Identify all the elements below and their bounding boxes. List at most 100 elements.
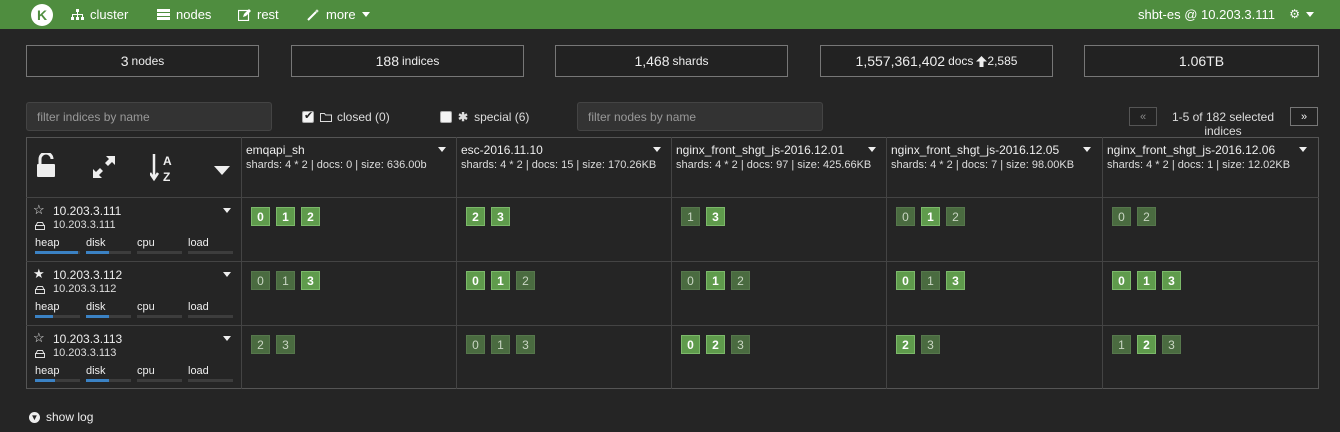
metric-load-bar xyxy=(188,315,233,318)
index-name[interactable]: nginx_front_shgt_js-2016.12.06 xyxy=(1107,143,1275,157)
show-log-label: show log xyxy=(46,410,94,424)
chevron-down-icon[interactable] xyxy=(653,147,661,152)
cerebro-logo-icon[interactable]: K xyxy=(31,4,53,26)
node-name[interactable]: 10.203.3.113 xyxy=(53,332,122,346)
primary-shard[interactable]: 2 xyxy=(1137,335,1156,354)
primary-shard[interactable]: 1 xyxy=(921,207,940,226)
replica-shard[interactable]: 2 xyxy=(516,271,535,290)
star-outline-icon: ☆ xyxy=(33,202,45,217)
primary-shard[interactable]: 0 xyxy=(681,335,700,354)
stat-docs-delta: 2,585 xyxy=(987,54,1018,68)
replica-shard[interactable]: 2 xyxy=(946,207,965,226)
replica-shard[interactable]: 1 xyxy=(681,207,700,226)
primary-shard[interactable]: 3 xyxy=(491,207,510,226)
replica-shard[interactable]: 1 xyxy=(921,271,940,290)
settings-menu[interactable]: ⚙ xyxy=(1289,7,1314,21)
replica-shard[interactable]: 2 xyxy=(731,271,750,290)
primary-shard[interactable]: 3 xyxy=(1162,271,1181,290)
primary-shard[interactable]: 1 xyxy=(276,207,295,226)
sort-alpha-icon[interactable]: AZ xyxy=(148,152,178,187)
replica-shard[interactable]: 2 xyxy=(251,335,270,354)
node-name[interactable]: 10.203.3.112 xyxy=(53,268,122,282)
metric-cpu-label: cpu xyxy=(137,301,155,313)
chevron-down-icon[interactable] xyxy=(223,336,231,341)
stat-nodes-label: nodes xyxy=(131,54,165,68)
chevron-down-icon[interactable] xyxy=(868,147,876,152)
primary-shard[interactable]: 1 xyxy=(1137,271,1156,290)
filter-nodes-input[interactable]: filter nodes by name xyxy=(577,102,823,131)
primary-shard[interactable]: 2 xyxy=(301,207,320,226)
replica-shard[interactable]: 1 xyxy=(491,335,510,354)
primary-shard[interactable]: 0 xyxy=(251,207,270,226)
primary-shard[interactable]: 1 xyxy=(491,271,510,290)
chevron-down-icon[interactable] xyxy=(223,272,231,277)
primary-shard[interactable]: 3 xyxy=(946,271,965,290)
nav-nodes[interactable]: nodes xyxy=(157,6,211,23)
prev-page-button[interactable]: « xyxy=(1129,107,1157,126)
gear-icon: ⚙ xyxy=(1289,7,1300,21)
pagination-info-line1: 1-5 of 182 selected xyxy=(1171,110,1275,124)
metric-heap-bar xyxy=(35,315,80,318)
replica-shard[interactable]: 1 xyxy=(1112,335,1131,354)
index-name[interactable]: esc-2016.11.10 xyxy=(461,143,543,157)
primary-shard[interactable]: 3 xyxy=(301,271,320,290)
chevron-down-icon[interactable] xyxy=(214,166,230,175)
replica-shard[interactable]: 0 xyxy=(1112,207,1131,226)
stat-docs-label: docs xyxy=(948,54,974,68)
node-name[interactable]: 10.203.3.111 xyxy=(53,204,121,218)
index-info: shards: 4 * 2 | docs: 15 | size: 170.26K… xyxy=(461,159,657,171)
chevron-down-icon[interactable] xyxy=(223,208,231,213)
primary-shard[interactable]: 0 xyxy=(466,271,485,290)
unlock-icon[interactable] xyxy=(37,151,55,180)
index-name[interactable]: emqapi_sh xyxy=(246,143,305,157)
hdd-icon xyxy=(35,350,45,358)
stat-docs: 1,557,361,402 docs 2,585 xyxy=(820,45,1053,77)
replica-shard[interactable]: 0 xyxy=(251,271,270,290)
closed-checkbox[interactable]: closed (0) xyxy=(302,109,390,124)
node-host: 10.203.3.113 xyxy=(53,347,117,359)
stat-shards-label: shards xyxy=(672,54,709,68)
primary-shard[interactable]: 2 xyxy=(466,207,485,226)
replica-shard[interactable]: 3 xyxy=(516,335,535,354)
metric-cpu-label: cpu xyxy=(137,237,155,249)
chevron-down-icon[interactable] xyxy=(1083,147,1091,152)
index-info: shards: 4 * 2 | docs: 0 | size: 636.00b xyxy=(246,159,427,171)
replica-shard[interactable]: 1 xyxy=(276,271,295,290)
replica-shard[interactable]: 3 xyxy=(921,335,940,354)
next-page-button[interactable]: » xyxy=(1290,107,1318,126)
metric-disk-bar xyxy=(86,251,131,254)
checkbox-unchecked-icon xyxy=(440,111,452,123)
replica-shard[interactable]: 2 xyxy=(1137,207,1156,226)
primary-shard[interactable]: 1 xyxy=(706,271,725,290)
stat-indices-label: indices xyxy=(402,54,440,68)
primary-shard[interactable]: 0 xyxy=(896,271,915,290)
replica-shard[interactable]: 0 xyxy=(466,335,485,354)
index-name[interactable]: nginx_front_shgt_js-2016.12.05 xyxy=(891,143,1059,157)
index-name[interactable]: nginx_front_shgt_js-2016.12.01 xyxy=(676,143,844,157)
chevron-down-icon[interactable] xyxy=(1299,147,1307,152)
stat-indices: 188 indices xyxy=(291,45,524,77)
replica-shard[interactable]: 3 xyxy=(276,335,295,354)
replica-shard[interactable]: 0 xyxy=(681,271,700,290)
chevron-down-icon[interactable] xyxy=(438,147,446,152)
show-log-toggle[interactable]: ▼ show log xyxy=(29,410,93,424)
nav-cluster[interactable]: cluster xyxy=(71,6,128,23)
expand-icon[interactable] xyxy=(92,155,116,182)
primary-shard[interactable]: 2 xyxy=(896,335,915,354)
metric-load-bar xyxy=(188,251,233,254)
metric-disk-label: disk xyxy=(86,365,106,377)
replica-shard[interactable]: 3 xyxy=(1162,335,1181,354)
metric-cpu-bar xyxy=(137,251,182,254)
special-checkbox[interactable]: ✱ special (6) xyxy=(440,110,529,124)
primary-shard[interactable]: 3 xyxy=(706,207,725,226)
primary-shard[interactable]: 0 xyxy=(1112,271,1131,290)
filter-indices-input[interactable]: filter indices by name xyxy=(26,102,272,131)
replica-shard[interactable]: 3 xyxy=(731,335,750,354)
svg-text:A: A xyxy=(163,154,172,168)
replica-shard[interactable]: 0 xyxy=(896,207,915,226)
nav-rest[interactable]: rest xyxy=(238,6,279,23)
primary-shard[interactable]: 2 xyxy=(706,335,725,354)
nav-more[interactable]: more xyxy=(307,6,370,23)
checkbox-checked-icon xyxy=(302,109,314,123)
special-label: special (6) xyxy=(474,110,530,124)
